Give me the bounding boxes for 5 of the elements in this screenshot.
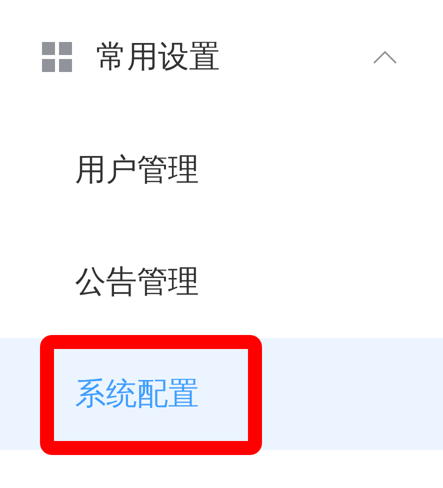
submenu-header[interactable]: 常用设置 xyxy=(0,0,443,114)
chevron-up-icon xyxy=(373,50,397,64)
menu-item[interactable]: 用户管理 xyxy=(0,114,443,226)
menu-item[interactable]: 公告管理 xyxy=(0,226,443,338)
grid-icon xyxy=(42,42,72,72)
